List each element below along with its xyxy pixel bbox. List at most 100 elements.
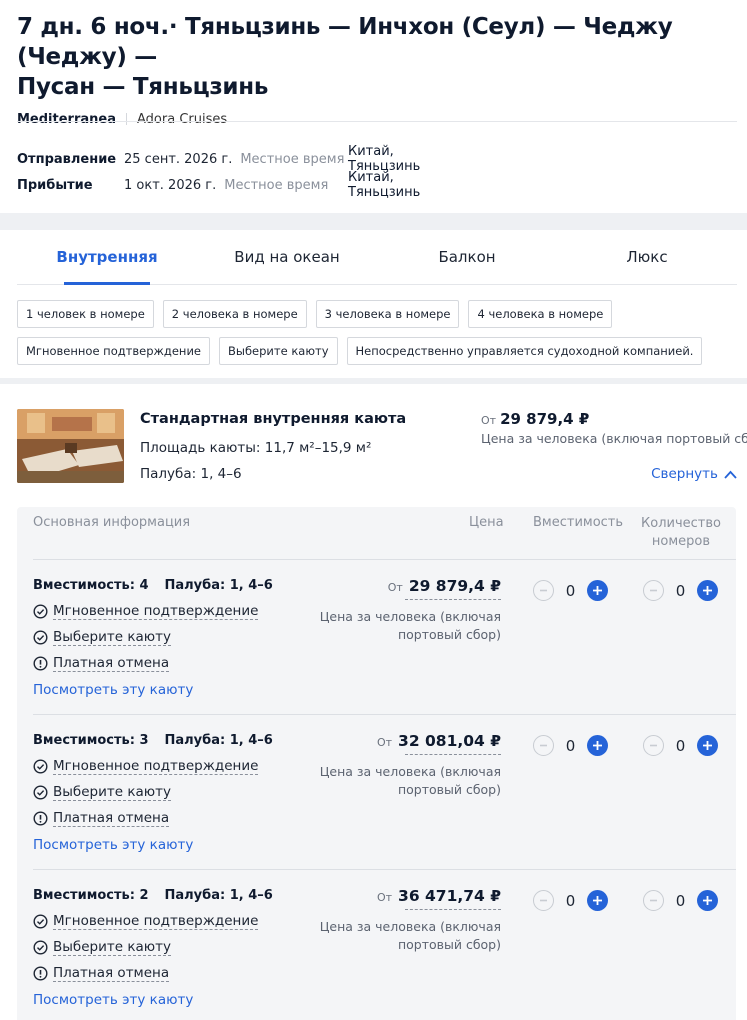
section-band bbox=[0, 213, 747, 230]
rate-capacity: Вместимость: 3 bbox=[33, 733, 149, 748]
rate-price-prefix: От bbox=[376, 736, 393, 749]
plus-icon bbox=[593, 586, 602, 595]
arrival-label: Прибытие bbox=[17, 177, 93, 193]
tab-inside[interactable]: Внутренняя bbox=[17, 230, 197, 284]
departure-row: Отправление 25 сент. 2026 г. Местное вре… bbox=[17, 144, 420, 174]
price-underline bbox=[405, 909, 501, 910]
rate-deck: Палуба: 1, 4–6 bbox=[164, 578, 273, 593]
minus-button[interactable] bbox=[533, 890, 554, 911]
arrival-date: 1 окт. 2026 г. bbox=[124, 177, 217, 193]
feature-choose-cabin[interactable]: Выберите каюту bbox=[33, 939, 171, 956]
feature-label: Мгновенное подтверждение bbox=[53, 913, 259, 930]
filter-chip-managed-by-line[interactable]: Непосредственно управляется судоходной к… bbox=[346, 337, 703, 365]
plus-button[interactable] bbox=[587, 580, 608, 601]
rate-price: От 32 081,04 ₽ bbox=[377, 732, 501, 750]
feature-paid-cancellation[interactable]: Платная отмена bbox=[33, 810, 170, 827]
minus-button[interactable] bbox=[643, 890, 664, 911]
plus-icon bbox=[703, 896, 712, 905]
feature-choose-cabin[interactable]: Выберите каюту bbox=[33, 784, 171, 801]
view-cabin-link[interactable]: Посмотреть эту каюту bbox=[33, 992, 193, 1008]
feature-label: Мгновенное подтверждение bbox=[53, 603, 259, 620]
plus-button[interactable] bbox=[697, 580, 718, 601]
rate-caps: Вместимость: 3 Палуба: 1, 4–6 bbox=[33, 733, 273, 748]
rate-price-note: Цена за человека (включая портовый сбор) bbox=[319, 919, 501, 952]
feature-instant-confirm[interactable]: Мгновенное подтверждение bbox=[33, 758, 259, 775]
plus-icon bbox=[703, 586, 712, 595]
filter-chip-3-persons[interactable]: 3 человека в номере bbox=[315, 300, 460, 328]
rate-capacity: Вместимость: 2 bbox=[33, 888, 149, 903]
check-circle-icon bbox=[33, 630, 48, 645]
exclamation-circle-icon bbox=[33, 811, 48, 826]
ship-name: Mediterranea bbox=[17, 111, 116, 127]
departure-label: Отправление bbox=[17, 151, 117, 167]
price-underline bbox=[405, 599, 501, 600]
rate-row: Вместимость: 4 Палуба: 1, 4–6 Мгновенное … bbox=[17, 560, 736, 715]
rate-capacity: Вместимость: 4 bbox=[33, 578, 149, 593]
minus-icon bbox=[650, 899, 657, 902]
departure-date: 25 сент. 2026 г. bbox=[124, 151, 233, 167]
feature-label: Выберите каюту bbox=[53, 939, 171, 956]
minus-icon bbox=[650, 589, 657, 592]
rate-price: От 29 879,4 ₽ bbox=[388, 577, 501, 595]
cabin-area: Площадь каюты: 11,7 м²–15,9 м² bbox=[140, 440, 372, 456]
view-cabin-link[interactable]: Посмотреть эту каюту bbox=[33, 837, 193, 853]
check-circle-icon bbox=[33, 759, 48, 774]
filter-chip-1-person[interactable]: 1 человек в номере bbox=[17, 300, 154, 328]
cabin-name: Стандартная внутренняя каюта bbox=[140, 411, 407, 427]
filter-chip-instant-confirm[interactable]: Мгновенное подтверждение bbox=[17, 337, 210, 365]
feature-paid-cancellation[interactable]: Платная отмена bbox=[33, 965, 170, 982]
cabin-price-value: 29 879,4 ₽ bbox=[500, 410, 590, 428]
rate-price-prefix: От bbox=[387, 581, 403, 594]
check-circle-icon bbox=[33, 785, 48, 800]
cabin-type-tabs: Внутренняя Вид на океан Балкон Люкс bbox=[17, 230, 737, 285]
departure-time-note: Местное время bbox=[240, 151, 345, 167]
subtitle-separator bbox=[126, 113, 127, 125]
plus-button[interactable] bbox=[697, 735, 718, 756]
minus-button[interactable] bbox=[533, 580, 554, 601]
collapse-label: Свернуть bbox=[651, 466, 718, 482]
feature-instant-confirm[interactable]: Мгновенное подтверждение bbox=[33, 913, 259, 930]
cabin-photo[interactable] bbox=[17, 409, 124, 483]
minus-button[interactable] bbox=[533, 735, 554, 756]
tab-ocean-view[interactable]: Вид на океан bbox=[197, 230, 377, 284]
check-circle-icon bbox=[33, 914, 48, 929]
minus-button[interactable] bbox=[643, 735, 664, 756]
feature-instant-confirm[interactable]: Мгновенное подтверждение bbox=[33, 603, 259, 620]
rate-price-value: 29 879,4 ₽ bbox=[408, 577, 501, 595]
rooms-value: 0 bbox=[675, 736, 686, 755]
check-circle-icon bbox=[33, 940, 48, 955]
filter-chip-2-persons[interactable]: 2 человека в номере bbox=[162, 300, 307, 328]
guests-stepper: 0 bbox=[533, 580, 608, 601]
view-cabin-link[interactable]: Посмотреть эту каюту bbox=[33, 682, 193, 698]
cabin-price-prefix: От bbox=[481, 414, 497, 427]
filter-chip-4-persons[interactable]: 4 человека в номере bbox=[468, 300, 613, 328]
header-quantity: Количество номеров bbox=[641, 516, 721, 549]
arrival-time-note: Местное время bbox=[224, 177, 329, 193]
rate-price-prefix: От bbox=[376, 891, 393, 904]
rate-caps: Вместимость: 2 Палуба: 1, 4–6 bbox=[33, 888, 273, 903]
guests-stepper: 0 bbox=[533, 735, 608, 756]
feature-choose-cabin[interactable]: Выберите каюту bbox=[33, 629, 171, 646]
cruise-title: 7 дн. 6 ноч.· Тяньцзинь — Инчхон (Сеул) … bbox=[17, 12, 730, 102]
feature-label: Платная отмена bbox=[53, 655, 170, 672]
cabin-deck: Палуба: 1, 4–6 bbox=[140, 466, 242, 482]
check-circle-icon bbox=[33, 604, 48, 619]
plus-button[interactable] bbox=[697, 890, 718, 911]
rooms-stepper: 0 bbox=[643, 890, 718, 911]
cruise-title-line-1: 7 дн. 6 ноч.· Тяньцзинь — Инчхон (Сеул) … bbox=[17, 14, 673, 70]
tab-balcony[interactable]: Балкон bbox=[377, 230, 557, 284]
plus-button[interactable] bbox=[587, 735, 608, 756]
collapse-button[interactable]: Свернуть bbox=[651, 466, 737, 482]
plus-icon bbox=[593, 896, 602, 905]
minus-button[interactable] bbox=[643, 580, 664, 601]
filter-chip-choose-cabin[interactable]: Выберите каюту bbox=[219, 337, 338, 365]
exclamation-circle-icon bbox=[33, 656, 48, 671]
rate-deck: Палуба: 1, 4–6 bbox=[164, 888, 273, 903]
tab-suite[interactable]: Люкс bbox=[557, 230, 737, 284]
rate-price-value: 36 471,74 ₽ bbox=[398, 887, 501, 905]
price-underline bbox=[405, 754, 501, 755]
feature-paid-cancellation[interactable]: Платная отмена bbox=[33, 655, 170, 672]
rate-price-note: Цена за человека (включая портовый сбор) bbox=[319, 609, 501, 642]
plus-button[interactable] bbox=[587, 890, 608, 911]
cabin-price: От 29 879,4 ₽ bbox=[481, 410, 589, 428]
